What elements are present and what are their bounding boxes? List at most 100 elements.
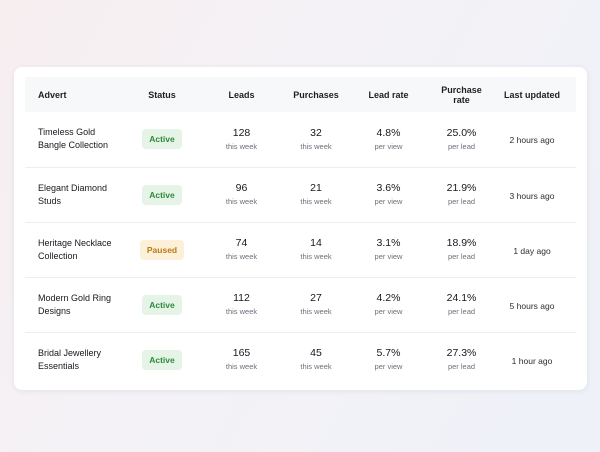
purchase-rate-subtext: per lead	[447, 307, 476, 316]
leads-subtext: this week	[225, 141, 258, 151]
purchases-cell: 21 this week	[290, 167, 342, 222]
table-header: Advert Status Leads Purchases Lead rate …	[25, 77, 576, 112]
lead-rate-value: 3.6%	[376, 182, 401, 194]
leads-subtext: this week	[225, 197, 258, 206]
lead-rate-cell: 5.7% per view	[342, 332, 435, 387]
leads-cell: 96 this week	[193, 167, 290, 222]
table-row[interactable]: Timeless Gold Bangle Collection Active 1…	[25, 112, 576, 167]
purchases-cell: 32 this week	[290, 112, 342, 167]
lead-rate-subtext: per view	[374, 252, 403, 261]
column-header-purchase-rate[interactable]: Purchase rate	[435, 77, 488, 112]
leads-value: 112	[233, 292, 250, 304]
lead-rate-cell: 3.1% per view	[342, 222, 435, 277]
leads-value: 96	[235, 182, 248, 194]
purchase-rate-cell: 24.1% per lead	[435, 277, 488, 332]
status-badge: Active	[142, 349, 182, 370]
last-updated-cell: 1 hour ago	[488, 332, 576, 387]
purchases-value: 21	[310, 182, 322, 194]
table-row[interactable]: Elegant Diamond Studs Active 96 this wee…	[25, 167, 576, 222]
header-row: Advert Status Leads Purchases Lead rate …	[25, 77, 576, 112]
purchases-cell: 45 this week	[290, 332, 342, 387]
last-updated-cell: 3 hours ago	[488, 167, 576, 222]
advert-name[interactable]: Bridal Jewellery Essentials	[38, 347, 120, 373]
last-updated-value: 3 hours ago	[509, 190, 555, 201]
last-updated-cell: 1 day ago	[488, 222, 576, 277]
advert-cell: Modern Gold Ring Designs	[25, 277, 131, 332]
leads-cell: 112 this week	[193, 277, 290, 332]
status-badge: Active	[142, 129, 182, 150]
last-updated-value: 5 hours ago	[509, 300, 555, 311]
lead-rate-cell: 3.6% per view	[342, 167, 435, 222]
lead-rate-cell: 4.8% per view	[342, 112, 435, 167]
advert-cell: Elegant Diamond Studs	[25, 167, 131, 222]
leads-subtext: this week	[225, 362, 258, 372]
leads-subtext: this week	[225, 307, 258, 316]
advert-name[interactable]: Heritage Necklace Collection	[38, 237, 120, 263]
purchase-rate-cell: 25.0% per lead	[435, 112, 488, 167]
purchases-cell: 14 this week	[290, 222, 342, 277]
lead-rate-value: 4.8%	[376, 126, 401, 139]
adverts-table-card: Advert Status Leads Purchases Lead rate …	[14, 67, 587, 390]
purchases-subtext: this week	[300, 141, 332, 151]
column-header-status[interactable]: Status	[131, 77, 193, 112]
advert-name[interactable]: Elegant Diamond Studs	[38, 182, 120, 208]
advert-name[interactable]: Timeless Gold Bangle Collection	[38, 126, 120, 152]
purchase-rate-cell: 27.3% per lead	[435, 332, 488, 387]
status-badge: Active	[142, 294, 182, 315]
last-updated-value: 1 day ago	[513, 245, 551, 256]
purchases-cell: 27 this week	[290, 277, 342, 332]
purchases-subtext: this week	[300, 197, 332, 206]
table-body: Timeless Gold Bangle Collection Active 1…	[25, 112, 576, 387]
column-header-purchases[interactable]: Purchases	[290, 77, 342, 112]
column-header-last-updated[interactable]: Last updated	[488, 77, 576, 112]
purchase-rate-subtext: per lead	[447, 252, 476, 261]
column-header-lead-rate[interactable]: Lead rate	[342, 77, 435, 112]
lead-rate-subtext: per view	[374, 197, 403, 206]
lead-rate-value: 3.1%	[376, 237, 401, 249]
table-row[interactable]: Heritage Necklace Collection Paused 74 t…	[25, 222, 576, 277]
purchases-subtext: this week	[300, 252, 332, 261]
last-updated-cell: 2 hours ago	[488, 112, 576, 167]
purchase-rate-value: 27.3%	[446, 347, 477, 360]
table-row[interactable]: Bridal Jewellery Essentials Active 165 t…	[25, 332, 576, 387]
status-cell: Active	[131, 332, 193, 387]
status-badge: Active	[142, 184, 182, 205]
column-header-advert[interactable]: Advert	[25, 77, 131, 112]
purchases-value: 27	[310, 292, 322, 304]
leads-value: 74	[235, 237, 248, 249]
purchases-subtext: this week	[300, 362, 332, 372]
advert-cell: Timeless Gold Bangle Collection	[25, 112, 131, 167]
lead-rate-value: 5.7%	[376, 347, 401, 360]
leads-cell: 165 this week	[193, 332, 290, 387]
purchase-rate-cell: 18.9% per lead	[435, 222, 488, 277]
purchase-rate-value: 21.9%	[446, 182, 477, 194]
lead-rate-subtext: per view	[374, 141, 403, 151]
purchase-rate-subtext: per lead	[447, 197, 476, 206]
advert-cell: Bridal Jewellery Essentials	[25, 332, 131, 387]
last-updated-cell: 5 hours ago	[488, 277, 576, 332]
purchase-rate-cell: 21.9% per lead	[435, 167, 488, 222]
lead-rate-subtext: per view	[374, 307, 403, 316]
table-row[interactable]: Modern Gold Ring Designs Active 112 this…	[25, 277, 576, 332]
leads-value: 165	[232, 347, 251, 360]
status-cell: Paused	[131, 222, 193, 277]
column-header-leads[interactable]: Leads	[193, 77, 290, 112]
purchase-rate-value: 25.0%	[446, 126, 477, 139]
advert-cell: Heritage Necklace Collection	[25, 222, 131, 277]
advert-name[interactable]: Modern Gold Ring Designs	[38, 292, 120, 318]
leads-cell: 128 this week	[193, 112, 290, 167]
status-cell: Active	[131, 167, 193, 222]
leads-subtext: this week	[225, 252, 258, 261]
status-cell: Active	[131, 277, 193, 332]
lead-rate-subtext: per view	[374, 362, 403, 372]
purchases-value: 45	[310, 347, 322, 360]
adverts-table: Advert Status Leads Purchases Lead rate …	[25, 77, 576, 387]
purchase-rate-value: 18.9%	[446, 237, 477, 249]
purchases-value: 32	[310, 126, 322, 139]
purchase-rate-value: 24.1%	[446, 292, 477, 304]
purchase-rate-subtext: per lead	[447, 141, 476, 151]
lead-rate-value: 4.2%	[376, 292, 401, 304]
status-cell: Active	[131, 112, 193, 167]
purchases-subtext: this week	[300, 307, 332, 316]
last-updated-value: 1 hour ago	[511, 355, 553, 366]
